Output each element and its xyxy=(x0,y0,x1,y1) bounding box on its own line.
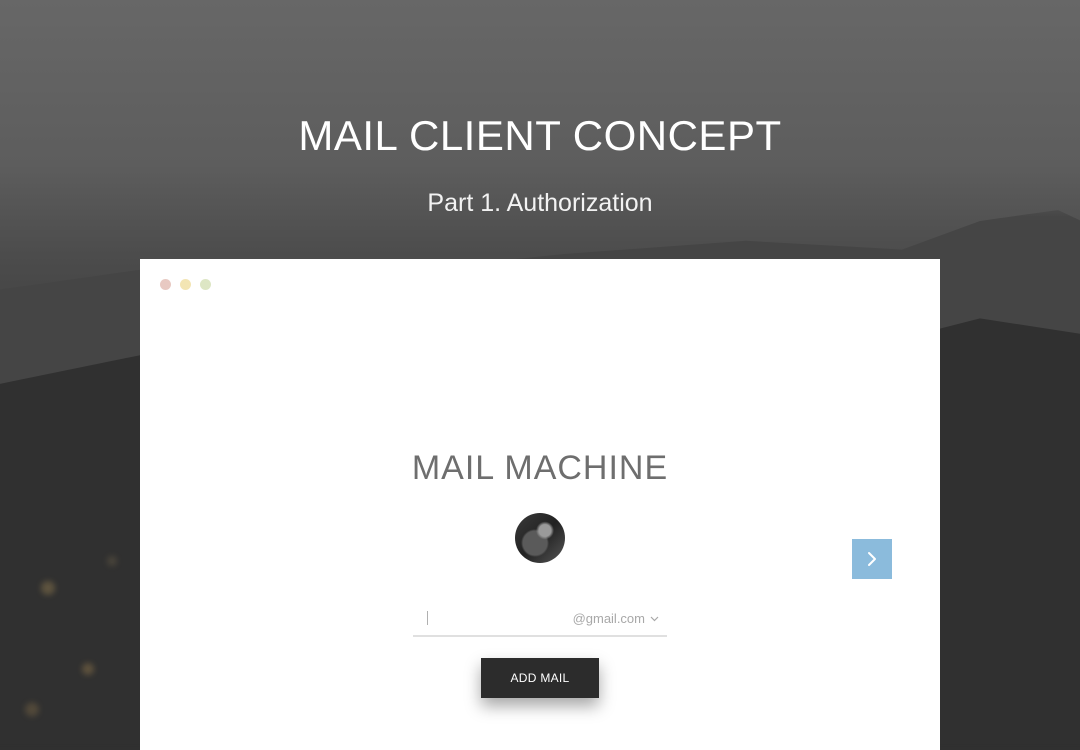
app-window: MAIL MACHINE @gmail.com ADD MAIL xyxy=(140,259,940,750)
domain-select[interactable]: @gmail.com xyxy=(573,611,659,626)
text-caret xyxy=(427,611,428,625)
window-controls xyxy=(160,279,211,290)
background-city-lights xyxy=(0,480,160,750)
chevron-down-icon xyxy=(650,616,659,621)
email-input[interactable] xyxy=(423,609,563,629)
window-maximize-button[interactable] xyxy=(200,279,211,290)
hero-subtitle: Part 1. Authorization xyxy=(427,189,653,217)
next-button[interactable] xyxy=(852,539,892,579)
chevron-right-icon xyxy=(868,552,876,566)
add-mail-button[interactable]: ADD MAIL xyxy=(481,658,599,698)
hero-title: MAIL CLIENT CONCEPT xyxy=(298,112,782,159)
domain-select-value: @gmail.com xyxy=(572,611,645,626)
email-field-row: @gmail.com xyxy=(413,603,667,637)
app-title: MAIL MACHINE xyxy=(411,449,669,487)
window-close-button[interactable] xyxy=(160,279,171,290)
window-minimize-button[interactable] xyxy=(180,279,191,290)
user-avatar[interactable] xyxy=(515,513,565,563)
